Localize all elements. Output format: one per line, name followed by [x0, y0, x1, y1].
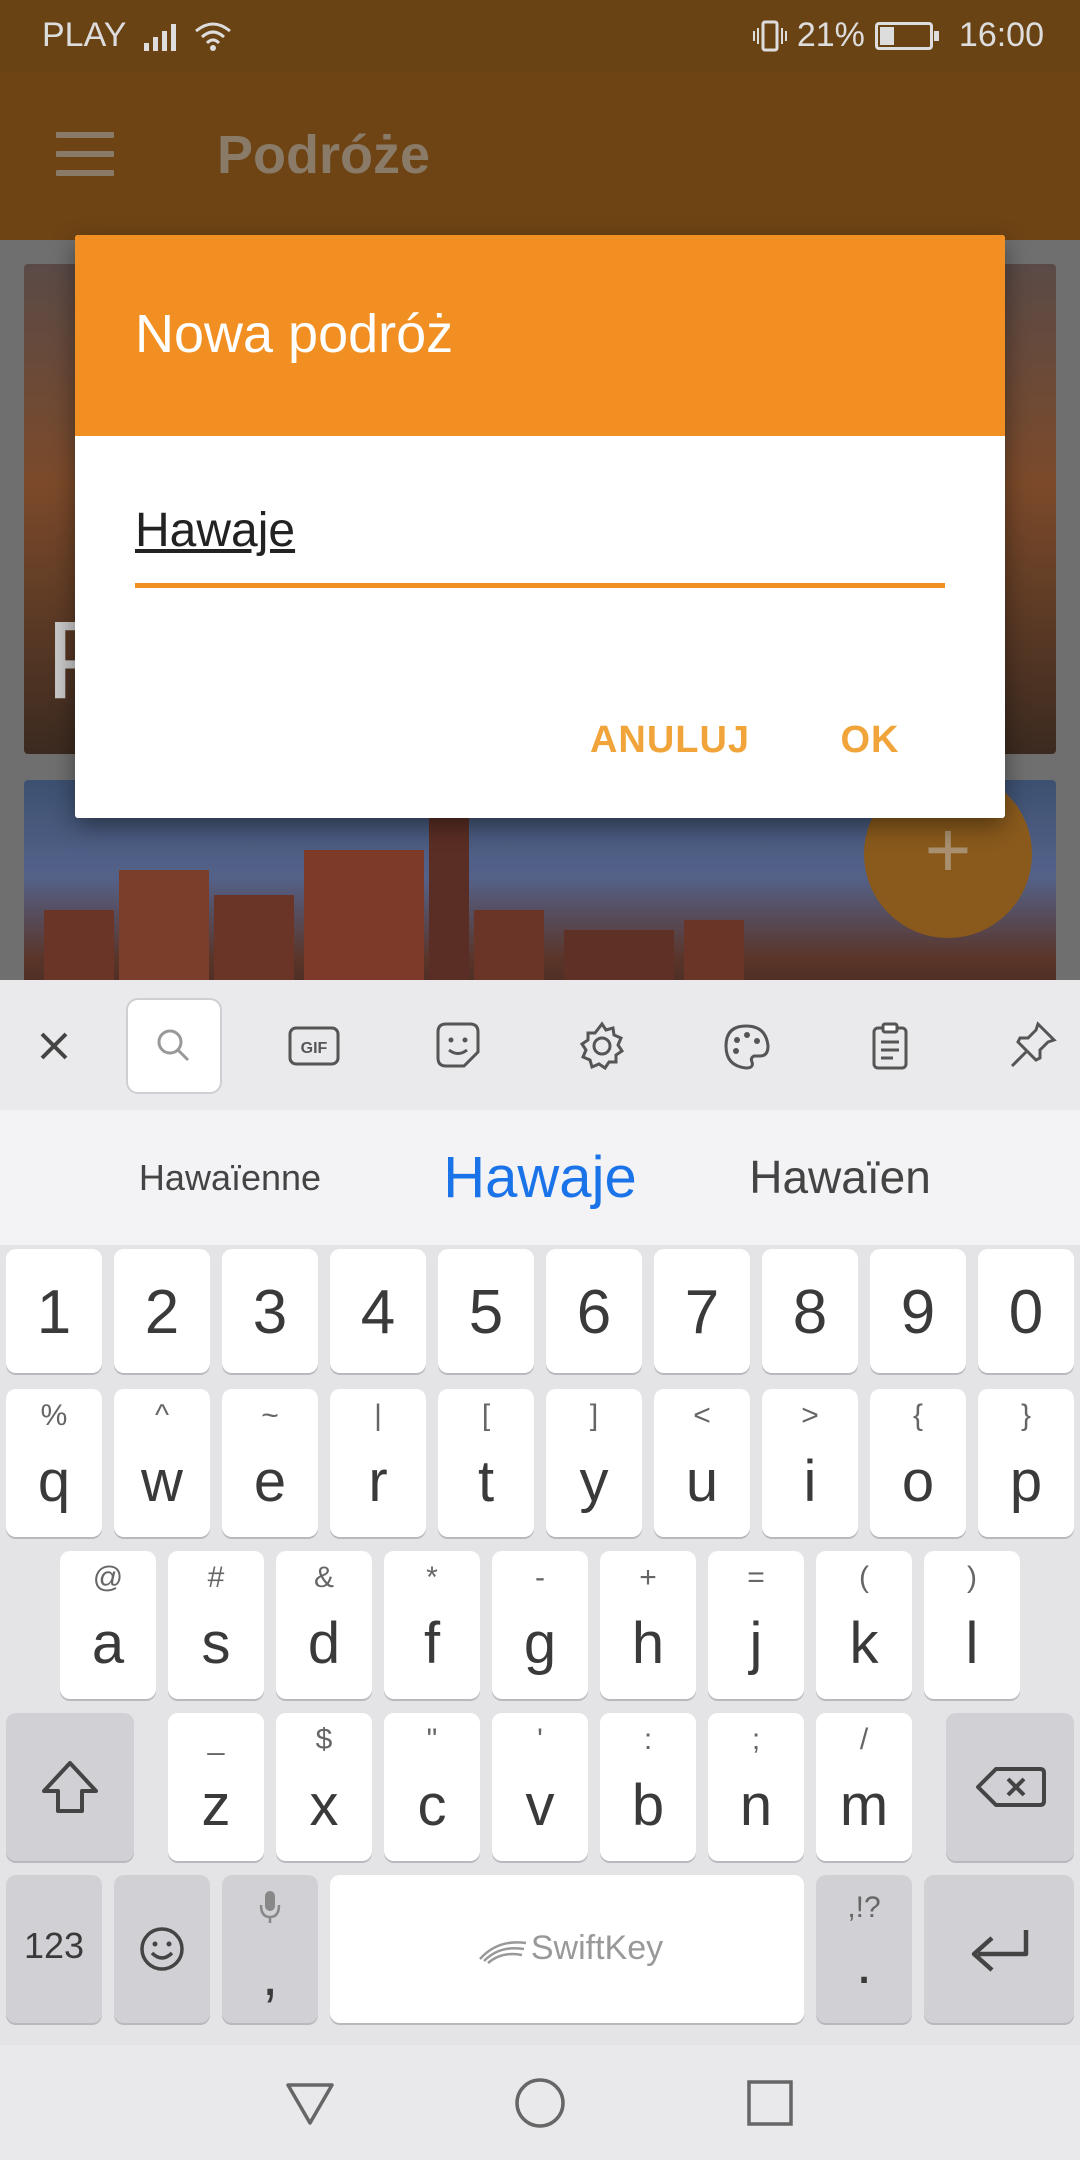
sticker-icon[interactable]: [410, 998, 506, 1094]
key-n[interactable]: ; n: [708, 1713, 804, 1861]
key-o[interactable]: {o: [870, 1389, 966, 1537]
menu-icon[interactable]: [56, 132, 114, 176]
key-p[interactable]: } p: [978, 1389, 1074, 1537]
plus-icon: +: [924, 805, 972, 894]
status-left: PLAY: [42, 16, 232, 55]
recents-square-icon[interactable]: [740, 2073, 800, 2133]
key-2[interactable]: 2: [114, 1249, 210, 1373]
key-t[interactable]: [t: [438, 1389, 534, 1537]
key-f[interactable]: * f: [384, 1551, 480, 1699]
numbers-key[interactable]: 123: [6, 1875, 102, 2023]
key-s[interactable]: # s: [168, 1551, 264, 1699]
key-e[interactable]: ~ e: [222, 1389, 318, 1537]
emoji-icon: [140, 1927, 184, 1971]
key-7[interactable]: 7: [654, 1249, 750, 1373]
status-right: 21% 16:00: [752, 16, 1044, 55]
backspace-key[interactable]: [946, 1713, 1074, 1861]
clipboard-icon[interactable]: [842, 998, 938, 1094]
key-3[interactable]: 3: [222, 1249, 318, 1373]
back-triangle-icon[interactable]: [280, 2073, 340, 2133]
dialog-header: Nowa podróż: [75, 235, 1005, 436]
theme-palette-icon[interactable]: [698, 998, 794, 1094]
key-l[interactable]: ) l: [924, 1551, 1020, 1699]
signal-icon: [144, 21, 177, 51]
key-9[interactable]: 9: [870, 1249, 966, 1373]
home-circle-icon[interactable]: [510, 2073, 570, 2133]
key-u[interactable]: < u: [654, 1389, 750, 1537]
search-icon[interactable]: [126, 998, 222, 1094]
key-1[interactable]: 1: [6, 1249, 102, 1373]
key-8[interactable]: 8: [762, 1249, 858, 1373]
vibrate-icon: [752, 20, 787, 51]
battery-percent: 21%: [796, 16, 865, 54]
key-a[interactable]: @ a: [60, 1551, 156, 1699]
suggestion-strip: Hawaïenne Hawaje Hawaïen: [0, 1110, 1080, 1245]
new-trip-dialog: Nowa podróż ANULUJ OK: [75, 235, 1005, 818]
key-6[interactable]: 6: [546, 1249, 642, 1373]
gif-label: GIF: [301, 1040, 328, 1057]
app-bar: Podróże: [0, 72, 1080, 240]
dialog-title: Nowa podróż: [135, 304, 454, 364]
emoji-key[interactable]: [114, 1875, 210, 2023]
trip-name-input[interactable]: [135, 495, 945, 575]
key-z[interactable]: _ z: [168, 1713, 264, 1861]
gif-icon[interactable]: GIF: [266, 998, 362, 1094]
key-d[interactable]: & d: [276, 1551, 372, 1699]
enter-key[interactable]: [924, 1875, 1074, 2023]
key-i[interactable]: > i: [762, 1389, 858, 1537]
shift-key[interactable]: [6, 1713, 134, 1861]
page-title: Podróże: [217, 125, 431, 185]
settings-icon[interactable]: [554, 998, 650, 1094]
pin-icon[interactable]: [984, 998, 1080, 1094]
key-m[interactable]: / m: [816, 1713, 912, 1861]
clock: 16:00: [958, 16, 1044, 54]
cancel-button[interactable]: ANULUJ: [575, 705, 765, 775]
shift-icon: [42, 1761, 98, 1813]
suggestion-left[interactable]: Hawaïenne: [60, 1110, 400, 1245]
carrier-name: PLAY: [42, 16, 127, 54]
key-r[interactable]: | r: [330, 1389, 426, 1537]
key-y[interactable]: ] y: [546, 1389, 642, 1537]
key-v[interactable]: ' v: [492, 1713, 588, 1861]
key-4[interactable]: 4: [330, 1249, 426, 1373]
key-5[interactable]: 5: [438, 1249, 534, 1373]
key-x[interactable]: $ x: [276, 1713, 372, 1861]
key-h[interactable]: + h: [600, 1551, 696, 1699]
comma-key[interactable]: ,: [222, 1875, 318, 2023]
keyboard-keys: 1 2 3 4 5 6 7 8 9 0 % q ^ w ~ e | r [t ] y < u…: [0, 1245, 1080, 2045]
key-c[interactable]: " c: [384, 1713, 480, 1861]
key-0[interactable]: 0: [978, 1249, 1074, 1373]
input-underline: [135, 583, 945, 588]
key-q[interactable]: % q: [6, 1389, 102, 1537]
key-k[interactable]: (k: [816, 1551, 912, 1699]
space-key[interactable]: SwiftKey: [330, 1875, 804, 2023]
suggestion-center[interactable]: Hawaje: [380, 1110, 700, 1245]
microphone-icon: [259, 1891, 281, 1923]
battery-icon: [874, 21, 939, 50]
status-bar: PLAY 21% 16:00: [0, 0, 1080, 72]
suggestion-right[interactable]: Hawaïen: [690, 1110, 990, 1245]
period-key[interactable]: ,!? .: [816, 1875, 912, 2023]
close-icon[interactable]: [6, 998, 102, 1094]
key-w[interactable]: ^ w: [114, 1389, 210, 1537]
keyboard-toolbar: GIF: [0, 980, 1080, 1110]
wifi-icon: [195, 22, 232, 51]
backspace-icon: [976, 1767, 1046, 1807]
key-j[interactable]: = j: [708, 1551, 804, 1699]
key-b[interactable]: :b: [600, 1713, 696, 1861]
enter-icon: [971, 1930, 1029, 1972]
navigation-bar: [0, 2045, 1080, 2160]
ok-button[interactable]: OK: [810, 705, 930, 775]
key-g[interactable]: -g: [492, 1551, 588, 1699]
